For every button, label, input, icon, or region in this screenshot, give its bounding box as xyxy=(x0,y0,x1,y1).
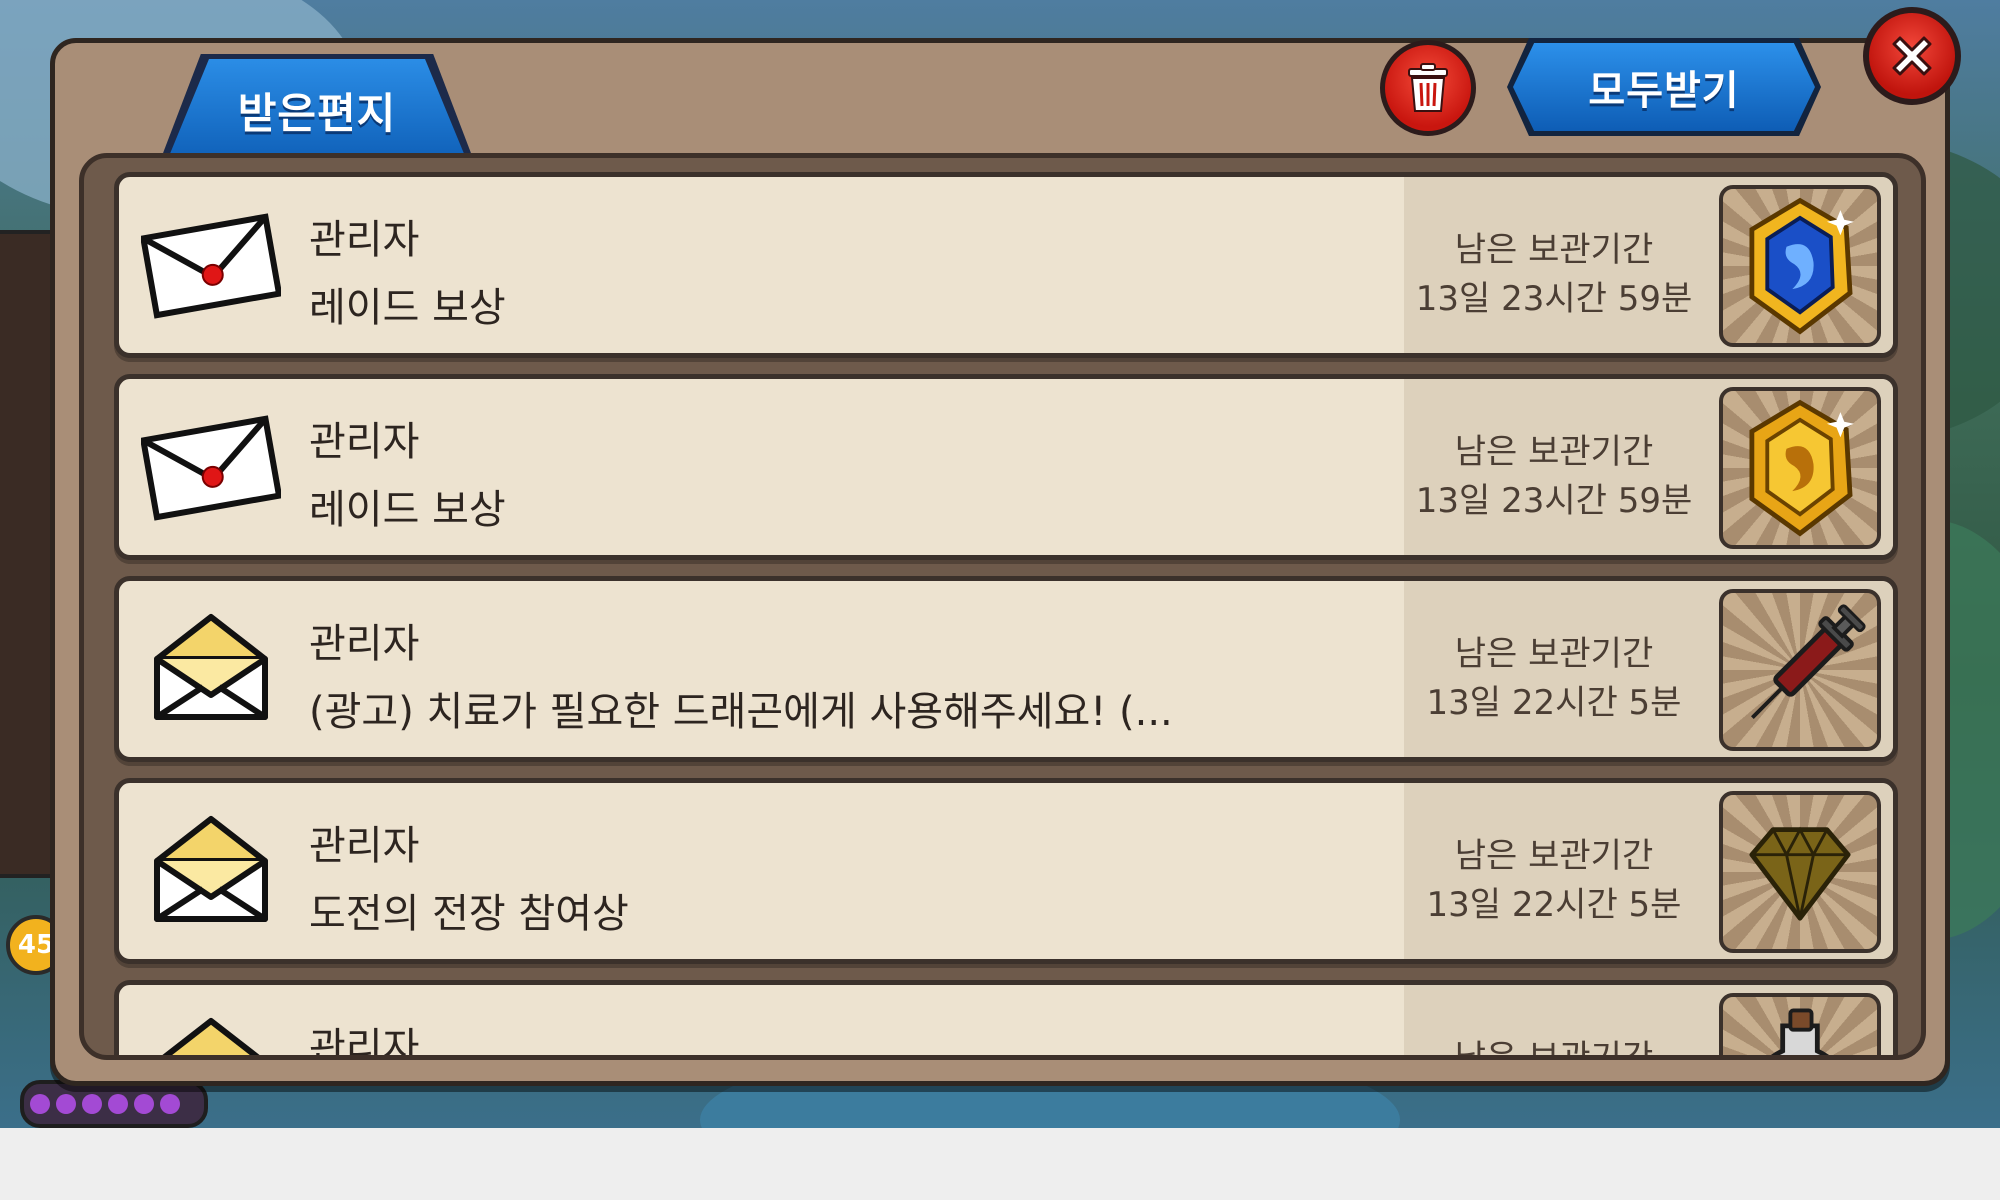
remaining-period-time: 13일 22시간 5분 xyxy=(1426,885,1682,925)
reward-item-slot[interactable] xyxy=(1719,185,1881,347)
open-envelope-icon xyxy=(154,816,268,922)
mail-item[interactable]: 관리자 도전의 전장 참여상 남은 보관기간 13일 22시간 5분 xyxy=(114,778,1898,964)
syringe-icon xyxy=(1750,604,1866,720)
sealed-envelope-icon xyxy=(141,213,281,319)
potion-icon xyxy=(1771,1008,1829,1055)
mail-subject: 레이드 보상 xyxy=(309,285,506,331)
background-gauge xyxy=(20,1080,208,1128)
remaining-period-label: 남은 보관기간 xyxy=(1454,634,1654,674)
tab-inbox-label: 받은편지 xyxy=(237,88,397,138)
receive-all-button[interactable]: 모두받기 xyxy=(1507,38,1821,136)
close-button[interactable] xyxy=(1863,7,1961,105)
open-envelope-icon xyxy=(162,1018,260,1055)
delete-button[interactable] xyxy=(1380,40,1476,136)
sealed-envelope-icon xyxy=(141,415,281,521)
receive-all-label: 모두받기 xyxy=(1588,68,1740,114)
mail-item[interactable]: 관리자 남은 보관기간 xyxy=(114,980,1898,1060)
mail-item[interactable]: 관리자 레이드 보상 남은 보관기간 13일 23시간 59분 xyxy=(114,374,1898,560)
remaining-period-time: 13일 22시간 5분 xyxy=(1426,683,1682,723)
gem-icon xyxy=(1749,826,1851,921)
open-envelope-icon xyxy=(154,614,268,720)
mail-subject: (광고) 치료가 필요한 드래곤에게 사용해주세요! (... xyxy=(309,689,1173,735)
remaining-period-label: 남은 보관기간 xyxy=(1454,230,1654,270)
reward-item-slot[interactable] xyxy=(1719,589,1881,751)
reward-item-slot[interactable] xyxy=(1719,993,1881,1055)
mail-item[interactable]: 관리자 (광고) 치료가 필요한 드래곤에게 사용해주세요! (... 남은 보… xyxy=(114,576,1898,762)
remaining-period-label: 남은 보관기간 xyxy=(1454,432,1654,472)
blue-dragon-medal-icon xyxy=(1749,197,1854,335)
mail-sender: 관리자 xyxy=(309,621,420,667)
mail-subject: 레이드 보상 xyxy=(309,487,506,533)
remaining-period-label: 남은 보관기간 xyxy=(1454,1038,1654,1060)
mail-item[interactable]: 관리자 레이드 보상 남은 보관기간 13일 23시간 59분 xyxy=(114,172,1898,358)
trash-icon xyxy=(1408,63,1448,112)
remaining-period-label: 남은 보관기간 xyxy=(1454,836,1654,876)
gold-dragon-medal-icon xyxy=(1749,399,1854,537)
mail-list: 관리자 레이드 보상 남은 보관기간 13일 23시간 59분 관리자 레이드 … xyxy=(114,172,1898,1060)
mail-sender: 관리자 xyxy=(309,217,420,263)
reward-item-slot[interactable] xyxy=(1719,387,1881,549)
close-icon xyxy=(1892,36,1932,76)
mail-subject: 도전의 전장 참여상 xyxy=(309,891,629,937)
mail-sender: 관리자 xyxy=(309,823,420,869)
mail-sender: 관리자 xyxy=(309,1025,420,1060)
remaining-period-time: 13일 23시간 59분 xyxy=(1415,279,1693,319)
mailbox-window: 받은편지 모두받기 관리자 레이드 보상 남은 보관기간 13일 23시간 59… xyxy=(50,7,1961,1086)
mail-list-area[interactable]: 관리자 레이드 보상 남은 보관기간 13일 23시간 59분 관리자 레이드 … xyxy=(79,153,1926,1060)
tab-inbox[interactable]: 받은편지 xyxy=(160,54,474,161)
mail-sender: 관리자 xyxy=(309,419,420,465)
reward-item-slot[interactable] xyxy=(1719,791,1881,953)
remaining-period-time: 13일 23시간 59분 xyxy=(1415,481,1693,521)
